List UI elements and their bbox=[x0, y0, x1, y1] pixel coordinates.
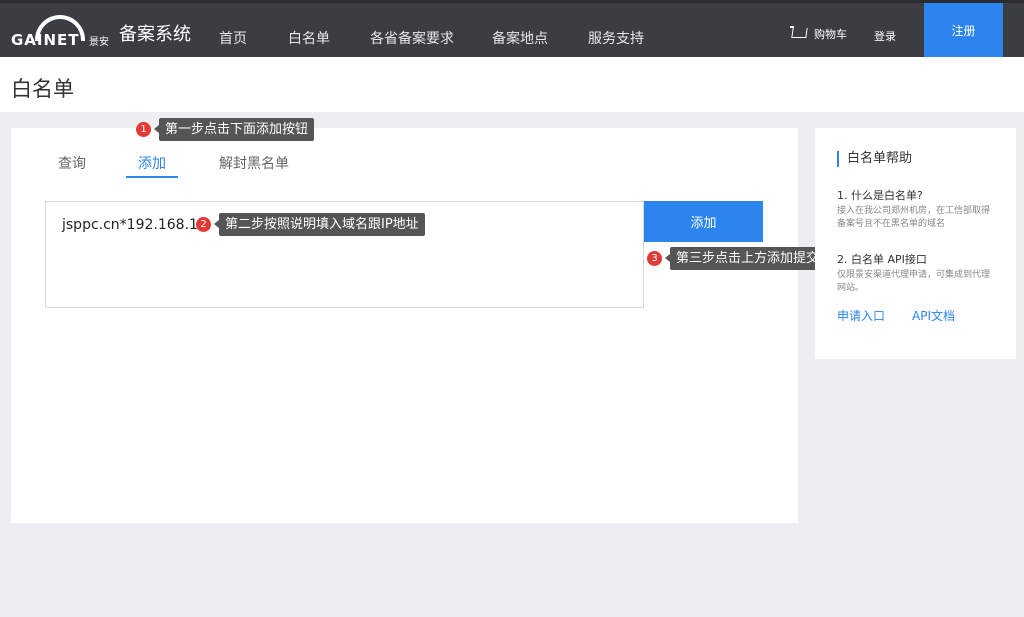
apply-entry-link[interactable]: 申请入口 bbox=[837, 307, 885, 324]
step-text: 第二步按照说明填入域名跟IP地址 bbox=[214, 213, 425, 236]
logo[interactable]: GAINET 景安 备案系统 bbox=[11, 13, 191, 49]
step-badge: 2 bbox=[196, 217, 211, 232]
cart-link[interactable]: 购物车 bbox=[790, 26, 847, 42]
help-question-1: 1. 什么是白名单? bbox=[837, 189, 923, 202]
add-button[interactable]: 添加 bbox=[644, 201, 763, 242]
main-panel: 查询 添加 解封黑名单 jsppc.cn*192.168.1.1 添加 bbox=[11, 128, 798, 523]
logo-text: GAINET bbox=[11, 31, 80, 49]
step-tooltip-1: 1 第一步点击下面添加按钮 bbox=[136, 118, 315, 141]
tab-unblock-blacklist[interactable]: 解封黑名单 bbox=[219, 153, 289, 173]
top-navbar: GAINET 景安 备案系统 首页 白名单 各省备案要求 备案地点 服务支持 购… bbox=[0, 0, 1024, 57]
tab-query[interactable]: 查询 bbox=[58, 153, 86, 173]
step-text: 第一步点击下面添加按钮 bbox=[153, 118, 315, 141]
register-button[interactable]: 注册 bbox=[924, 3, 1003, 57]
help-answer-2: 仅限景安渠道代理申请，可集成到代理网站。 bbox=[837, 270, 991, 293]
step-badge: 1 bbox=[136, 122, 151, 137]
nav-whitelist[interactable]: 白名单 bbox=[288, 28, 330, 48]
whitelist-help-panel: 白名单帮助 1. 什么是白名单? 接入在我公司郑州机房，在工信部取得备案号且不在… bbox=[815, 128, 1016, 359]
help-title: 白名单帮助 bbox=[837, 151, 912, 167]
page-title: 白名单 bbox=[11, 77, 74, 101]
cart-label: 购物车 bbox=[814, 28, 847, 41]
api-docs-link[interactable]: API文档 bbox=[912, 307, 955, 324]
help-question-2: 2. 白名单 API接口 bbox=[837, 253, 927, 266]
login-link[interactable]: 登录 bbox=[874, 28, 896, 44]
active-tab-indicator bbox=[126, 176, 178, 178]
help-answer-1: 接入在我公司郑州机房，在工信部取得备案号且不在黑名单的域名 bbox=[837, 206, 991, 229]
page-header: 白名单 bbox=[0, 57, 1024, 112]
logo-sub: 景安 bbox=[89, 37, 109, 48]
cart-icon bbox=[790, 26, 808, 42]
step-text: 第三步点击上方添加提交 bbox=[664, 247, 826, 270]
step-tooltip-3: 3 第三步点击上方添加提交 bbox=[647, 247, 826, 270]
domain-ip-input-value: jsppc.cn*192.168.1.1 bbox=[62, 217, 212, 233]
nav-home[interactable]: 首页 bbox=[219, 28, 247, 48]
step-badge: 3 bbox=[647, 251, 662, 266]
nav-service-support[interactable]: 服务支持 bbox=[588, 28, 644, 48]
nav-filing-locations[interactable]: 备案地点 bbox=[492, 28, 548, 48]
logo-mark: GAINET 景安 bbox=[11, 15, 117, 49]
nav-province-requirements[interactable]: 各省备案要求 bbox=[370, 28, 454, 48]
tab-add[interactable]: 添加 bbox=[138, 153, 166, 173]
system-title: 备案系统 bbox=[119, 24, 191, 45]
step-tooltip-2: 2 第二步按照说明填入域名跟IP地址 bbox=[196, 213, 425, 236]
